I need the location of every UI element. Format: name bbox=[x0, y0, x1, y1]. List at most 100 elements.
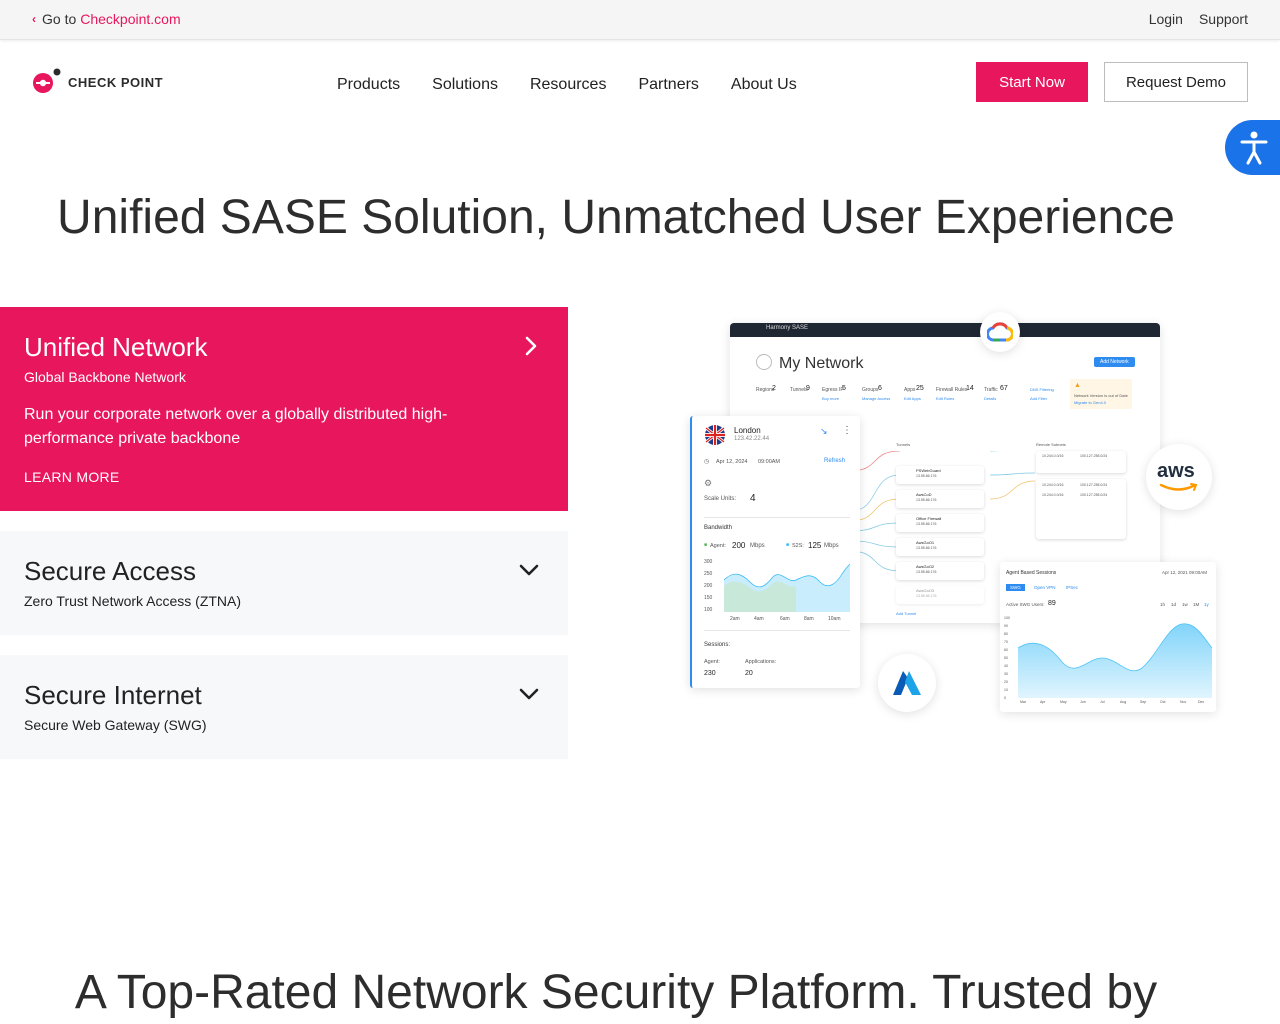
refresh-link[interactable]: Refresh bbox=[824, 458, 845, 464]
add-tunnel-link[interactable]: Add Tunnel bbox=[896, 611, 916, 616]
y-tick: 40 bbox=[1004, 664, 1008, 668]
stat-link[interactable]: Manage Access bbox=[862, 396, 890, 401]
main-nav: Products Solutions Resources Partners Ab… bbox=[337, 76, 797, 94]
y-tick: 20 bbox=[1004, 680, 1008, 684]
tunnel-item[interactable]: Office Firewall 13.55.66.176 bbox=[896, 514, 984, 532]
bandwidth-chart bbox=[724, 563, 850, 612]
stat-value: 6 bbox=[878, 385, 882, 392]
chevron-down-icon[interactable] bbox=[518, 563, 540, 577]
stat-link[interactable]: Edit Apps bbox=[904, 396, 921, 401]
goto-link-text[interactable]: Checkpoint.com bbox=[80, 11, 180, 27]
sessions-panel-date: Apr 12, 2021 09:00AM bbox=[1162, 570, 1208, 575]
stat-link[interactable]: Edit Rules bbox=[936, 396, 954, 401]
support-link[interactable]: Support bbox=[1199, 11, 1248, 27]
y-tick: 90 bbox=[1004, 624, 1008, 628]
tunnel-item[interactable]: AwsGoO2 13.55.66.176 bbox=[896, 562, 984, 580]
stat-link[interactable]: Buy more bbox=[822, 396, 839, 401]
accordion-unified-network[interactable]: Unified Network Global Backbone Network … bbox=[0, 307, 568, 511]
clock-icon: ◷ bbox=[704, 459, 710, 465]
checkpoint-logo[interactable]: CHECK POINT bbox=[32, 68, 163, 96]
subnet-value: 100.127.255.0/24 bbox=[1080, 454, 1108, 458]
tunnel-ip: 13.55.66.176 bbox=[916, 546, 937, 550]
chevron-right-icon[interactable] bbox=[524, 335, 538, 357]
hero-title: Unified SASE Solution, Unmatched User Ex… bbox=[57, 191, 1175, 244]
version-link[interactable]: Migrate to Gen4.0 bbox=[1074, 400, 1106, 405]
tab-swg[interactable]: SWG bbox=[1006, 584, 1025, 591]
y-tick: 150 bbox=[704, 595, 713, 601]
accordion-secure-internet[interactable]: Secure Internet Secure Web Gateway (SWG) bbox=[0, 655, 568, 759]
x-tick: Aug bbox=[1120, 700, 1127, 704]
goto-checkpoint-link[interactable]: ‹ Go to Checkpoint.com bbox=[32, 11, 181, 27]
subnet-value: 100.127.255.0/24 bbox=[1080, 493, 1108, 497]
collapse-icon[interactable]: ↘ bbox=[820, 426, 828, 437]
add-network-button[interactable]: Add Network bbox=[1094, 357, 1135, 367]
tunnel-list: PSWebGuard 13.55.66.176 AwsCoD 13.55.66.… bbox=[896, 466, 984, 616]
s2s-bw-label: S2S: bbox=[792, 543, 804, 549]
range-1h[interactable]: 1h bbox=[1160, 602, 1165, 607]
range-1d[interactable]: 1d bbox=[1171, 602, 1176, 607]
nav-products[interactable]: Products bbox=[337, 76, 400, 94]
gateway-time: 09:00AM bbox=[758, 459, 781, 465]
y-tick: 0 bbox=[1004, 696, 1006, 700]
range-1w[interactable]: 1w bbox=[1182, 602, 1188, 607]
utility-links: Login Support bbox=[1149, 11, 1248, 27]
start-now-button[interactable]: Start Now bbox=[976, 62, 1088, 102]
applications-value: 20 bbox=[745, 670, 753, 677]
login-link[interactable]: Login bbox=[1149, 11, 1183, 27]
y-tick: 50 bbox=[1004, 656, 1008, 660]
nav-about-us[interactable]: About Us bbox=[731, 76, 797, 94]
kebab-menu-icon[interactable]: ⋮ bbox=[842, 425, 852, 436]
tunnel-item[interactable]: AwsGoO3 13.55.66.176 bbox=[896, 586, 984, 604]
stat-label: Egress IP bbox=[822, 387, 844, 393]
nav-partners[interactable]: Partners bbox=[638, 76, 698, 94]
chevron-down-icon[interactable] bbox=[518, 687, 540, 701]
x-tick: Apr bbox=[1040, 700, 1046, 704]
x-tick: 4am bbox=[754, 616, 764, 622]
learn-more-link[interactable]: LEARN MORE bbox=[24, 469, 120, 485]
x-tick: Jul bbox=[1100, 700, 1105, 704]
applications-label: Applications: bbox=[745, 659, 777, 665]
accordion-title: Secure Internet bbox=[24, 680, 202, 710]
subnet-card: 10.244.0.0/16 100.127.255.0/24 bbox=[1036, 451, 1126, 473]
gear-icon: ⚙ bbox=[704, 478, 713, 488]
tunnel-name: Office Firewall bbox=[916, 516, 942, 521]
agent-bw-label: Agent: bbox=[710, 543, 726, 549]
nav-solutions[interactable]: Solutions bbox=[432, 76, 498, 94]
tab-ipsec[interactable]: IPSec bbox=[1062, 584, 1082, 591]
tunnel-item[interactable]: AwsCoD 13.55.66.176 bbox=[896, 490, 984, 508]
stat-label: Firewall Rules bbox=[936, 387, 968, 393]
stat-link[interactable]: Add Filter bbox=[1030, 396, 1047, 401]
app-name: Harmony SASE bbox=[766, 325, 809, 331]
tunnel-item[interactable]: PSWebGuard 13.55.66.176 bbox=[896, 466, 984, 484]
tunnel-name: AwsGoO1 bbox=[916, 540, 935, 545]
subnet-value: 100.127.255.0/24 bbox=[1080, 483, 1108, 487]
stat-value: 25 bbox=[916, 385, 924, 392]
range-1m[interactable]: 1M bbox=[1193, 602, 1199, 607]
accordion-subtitle: Global Backbone Network bbox=[24, 369, 186, 385]
checkpoint-logo-icon bbox=[33, 68, 61, 93]
accordion-secure-access[interactable]: Secure Access Zero Trust Network Access … bbox=[0, 531, 568, 635]
active-users-label: Active SWG Users: bbox=[1006, 602, 1045, 607]
y-tick: 200 bbox=[704, 583, 713, 589]
trusted-platform-heading: A Top-Rated Network Security Platform. T… bbox=[74, 966, 1158, 1019]
x-tick: 6am bbox=[780, 616, 790, 622]
stat-link[interactable]: Details bbox=[984, 396, 996, 401]
agent-sessions-panel: Agent Based Sessions Apr 12, 2021 09:00A… bbox=[1000, 562, 1216, 712]
y-tick: 70 bbox=[1004, 640, 1008, 644]
x-tick: Sep bbox=[1140, 700, 1147, 704]
gateway-city: London bbox=[734, 426, 761, 435]
nav-resources[interactable]: Resources bbox=[530, 76, 606, 94]
tab-open-vpn[interactable]: Open VPN bbox=[1030, 584, 1060, 591]
accessibility-button[interactable] bbox=[1225, 120, 1280, 175]
tunnel-item[interactable]: AwsGoO1 13.55.66.176 bbox=[896, 538, 984, 556]
scale-units-label: Scale Units: bbox=[704, 496, 737, 502]
request-demo-button[interactable]: Request Demo bbox=[1104, 62, 1248, 102]
stats-row: Regions 2 Tunnels 9 Egress IP 5 Groups 6… bbox=[756, 379, 1156, 421]
x-tick: Mar bbox=[1020, 700, 1027, 704]
stat-label: Tunnels bbox=[790, 387, 808, 393]
stat-label: Groups bbox=[862, 387, 879, 393]
range-1y[interactable]: 1y bbox=[1204, 602, 1209, 607]
agent-bw-value: 200 bbox=[732, 541, 746, 550]
subnet-card: 10.244.0.0/16 100.127.255.0/24 10.244.0.… bbox=[1036, 479, 1126, 539]
page-title: My Network bbox=[779, 355, 864, 372]
